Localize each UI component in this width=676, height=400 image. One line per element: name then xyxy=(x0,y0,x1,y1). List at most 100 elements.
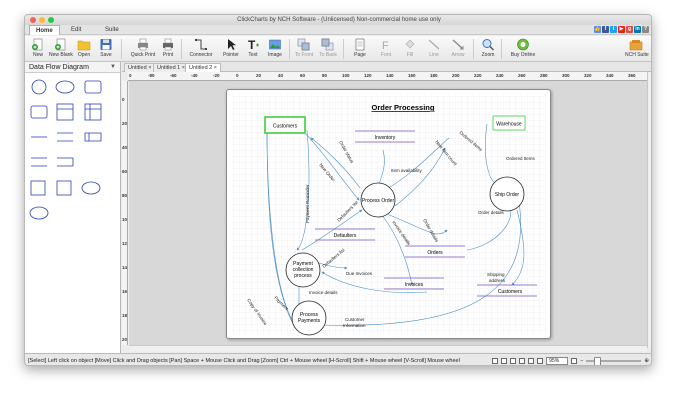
ribbon-tabs: Home Edit Suite 👍 f t ▶ g in ? xyxy=(25,25,651,35)
vertical-ruler: 0 20 40 60 80 100 120 140 160 180 200 xyxy=(122,81,128,345)
shape-entity-square[interactable] xyxy=(30,180,46,196)
shape-entity-square-2[interactable] xyxy=(56,180,72,196)
shape-datastore-labeled[interactable] xyxy=(84,132,102,142)
label-payment-reminder: Payment Reminder xyxy=(305,184,310,223)
font-icon: F xyxy=(379,38,393,52)
doc-tab-untitled-2[interactable]: Untitled 2 × xyxy=(185,63,221,72)
tab-suite[interactable]: Suite xyxy=(99,25,125,35)
shape-ellipse[interactable] xyxy=(55,80,75,94)
nch-suite-button[interactable]: NCH Suite xyxy=(625,38,649,58)
line-button[interactable]: Line xyxy=(423,38,445,58)
page-button[interactable]: Page xyxy=(349,38,371,58)
text-button[interactable]: T Text xyxy=(242,38,264,58)
minimize-window-button[interactable] xyxy=(39,17,45,23)
zoom-button[interactable]: Zoom xyxy=(477,38,499,58)
shape-process-grid[interactable] xyxy=(84,103,102,121)
to-front-button[interactable]: To Front xyxy=(293,38,315,58)
help-icon[interactable]: ? xyxy=(642,26,649,33)
to-back-button[interactable]: To Back xyxy=(317,38,339,58)
image-button[interactable]: Image xyxy=(264,38,286,58)
horizontal-ruler: 0 -80 -60 -40 -20 0 20 40 60 80 100 120 … xyxy=(128,72,647,81)
fit-width-icon[interactable] xyxy=(501,358,508,364)
status-hint-text: [Select] Left click on object [Move] Cli… xyxy=(28,358,460,364)
globe-icon xyxy=(516,38,530,51)
buy-online-button[interactable]: Buy Online xyxy=(509,38,537,58)
zoom-dropdown-icon[interactable] xyxy=(571,358,578,364)
fill-button[interactable]: Fill xyxy=(399,38,421,58)
label-order-details-2: Order details xyxy=(478,210,505,215)
snap-grid-icon[interactable] xyxy=(510,358,517,364)
svg-text:Warehouse: Warehouse xyxy=(496,122,522,128)
horizontal-scrollbar[interactable] xyxy=(129,345,647,351)
twitter-icon[interactable]: t xyxy=(610,26,617,33)
zoom-out-icon[interactable] xyxy=(537,358,544,364)
arrow-button[interactable]: Arrow xyxy=(447,38,469,58)
pointer-button[interactable]: Pointer xyxy=(220,38,242,58)
store-invoices: Invoices xyxy=(405,282,424,288)
drawing-canvas[interactable]: Order Processing Inventory Defaulters Or… xyxy=(129,81,647,345)
image-icon xyxy=(268,38,282,51)
close-window-button[interactable] xyxy=(30,17,36,23)
zoom-window-button[interactable] xyxy=(48,17,54,23)
zoom-slider[interactable] xyxy=(586,357,642,365)
zoom-level-field[interactable]: 95% xyxy=(546,357,569,365)
shape-process-box[interactable] xyxy=(30,105,48,119)
connector-icon xyxy=(194,38,208,51)
shape-rounded-rect[interactable] xyxy=(84,80,102,94)
youtube-icon[interactable]: ▶ xyxy=(618,26,625,33)
zoom-minus-icon[interactable]: − xyxy=(580,354,583,365)
document-tabs: Untitled × Untitled 1 × Untitled 2 × xyxy=(122,62,651,72)
store-customers: Customers xyxy=(498,289,523,295)
shape-datastore-open[interactable] xyxy=(57,132,73,142)
open-button[interactable]: Open xyxy=(73,38,95,58)
magnifier-icon xyxy=(481,38,495,51)
new-blank-button[interactable]: New Blank xyxy=(49,38,73,58)
tab-home[interactable]: Home xyxy=(29,25,60,35)
label-due-invoices: Due Invoices xyxy=(346,271,373,276)
print-button[interactable]: Print xyxy=(157,38,179,58)
label-ordered-items-2: Ordered Items xyxy=(506,156,536,161)
doc-tab-untitled[interactable]: Untitled × xyxy=(124,63,156,72)
google-plus-icon[interactable]: g xyxy=(626,26,633,33)
shape-terminator[interactable] xyxy=(81,181,101,195)
svg-text:Payments: Payments xyxy=(298,318,321,324)
shape-library-dropdown[interactable]: Data Flow Diagram ▼ xyxy=(25,62,120,73)
store-defaulters: Defaulters xyxy=(334,233,357,239)
diagram-page[interactable]: Order Processing Inventory Defaulters Or… xyxy=(226,89,551,339)
label-customer-information-2: Information xyxy=(343,323,366,328)
shape-datastore-bracket[interactable] xyxy=(57,157,74,167)
facebook-icon[interactable]: f xyxy=(602,26,609,33)
zoom-plus-icon[interactable]: ⊕ xyxy=(644,354,649,365)
close-icon[interactable]: × xyxy=(214,65,217,71)
doc-tab-untitled-1[interactable]: Untitled 1 × xyxy=(153,63,189,72)
font-button[interactable]: F Font xyxy=(375,38,397,58)
svg-text:F: F xyxy=(382,40,389,51)
shape-datastore-parallel[interactable] xyxy=(31,157,47,167)
folder-icon xyxy=(77,38,91,51)
linkedin-icon[interactable]: in xyxy=(634,26,641,33)
quick-print-button[interactable]: Quick Print xyxy=(129,38,157,58)
vertical-scrollbar[interactable] xyxy=(647,72,651,348)
svg-text:process: process xyxy=(294,273,312,279)
print-preview-icon[interactable] xyxy=(528,358,535,364)
fit-page-icon[interactable] xyxy=(492,358,499,364)
shape-palette xyxy=(29,79,102,220)
shape-process-split[interactable] xyxy=(56,103,74,121)
connector-mode-icon[interactable] xyxy=(519,358,526,364)
line-icon xyxy=(427,38,441,51)
close-icon[interactable]: × xyxy=(148,65,151,71)
text-icon: T xyxy=(246,38,260,52)
shape-circle[interactable] xyxy=(31,79,47,95)
store-inventory: Inventory xyxy=(375,135,396,141)
toolbar: New New Blank Open Save Quick Print Prin… xyxy=(25,36,651,62)
ship-order-label: Ship Order xyxy=(495,192,520,198)
svg-text:Customers: Customers xyxy=(273,124,298,130)
label-shipping-address-1: Shipping xyxy=(487,272,505,277)
shape-oval[interactable] xyxy=(29,206,49,220)
thumbs-up-icon[interactable]: 👍 xyxy=(594,26,601,33)
tab-edit[interactable]: Edit xyxy=(65,25,87,35)
new-blank-icon xyxy=(53,38,67,51)
save-button[interactable]: Save xyxy=(95,38,117,58)
connector-button[interactable]: Connector xyxy=(187,38,215,58)
new-button[interactable]: New xyxy=(27,38,49,58)
